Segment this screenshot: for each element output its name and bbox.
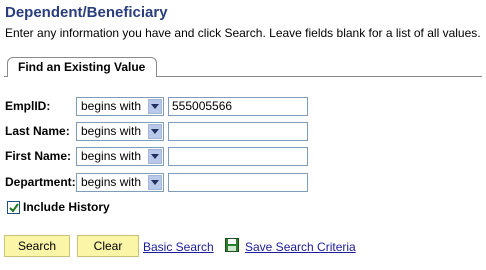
department-label: Department:: [5, 175, 76, 189]
last-name-label: Last Name:: [5, 124, 70, 138]
emplid-operator-select[interactable]: begins with: [76, 97, 164, 116]
clear-button[interactable]: Clear: [77, 235, 139, 257]
chevron-down-icon[interactable]: [148, 124, 162, 139]
last-name-input[interactable]: [168, 122, 308, 141]
first-name-label: First Name:: [5, 149, 72, 163]
first-name-input[interactable]: [168, 147, 308, 166]
page-title: Dependent/Beneficiary: [5, 4, 168, 21]
first-name-operator-value: begins with: [81, 149, 142, 163]
chevron-down-icon[interactable]: [148, 99, 162, 114]
include-history-label: Include History: [23, 200, 110, 214]
save-search-criteria-link[interactable]: Save Search Criteria: [245, 240, 356, 254]
include-history-checkbox[interactable]: [7, 201, 20, 214]
emplid-input[interactable]: 555005566: [168, 97, 308, 116]
instructions-text: Enter any information you have and click…: [5, 26, 481, 40]
department-operator-select[interactable]: begins with: [76, 173, 164, 192]
search-button[interactable]: Search: [4, 235, 70, 257]
basic-search-link[interactable]: Basic Search: [143, 240, 214, 254]
emplid-label: EmplID:: [5, 99, 51, 113]
chevron-down-icon[interactable]: [148, 175, 162, 190]
floppy-disk-icon[interactable]: [225, 238, 239, 252]
chevron-down-icon[interactable]: [148, 149, 162, 164]
department-input[interactable]: [168, 173, 308, 192]
first-name-operator-select[interactable]: begins with: [76, 147, 164, 166]
emplid-operator-value: begins with: [81, 99, 142, 113]
last-name-operator-select[interactable]: begins with: [76, 122, 164, 141]
checkmark-icon: [9, 203, 19, 213]
last-name-operator-value: begins with: [81, 124, 142, 138]
tab-find-existing-value[interactable]: Find an Existing Value: [7, 57, 157, 78]
department-operator-value: begins with: [81, 175, 142, 189]
